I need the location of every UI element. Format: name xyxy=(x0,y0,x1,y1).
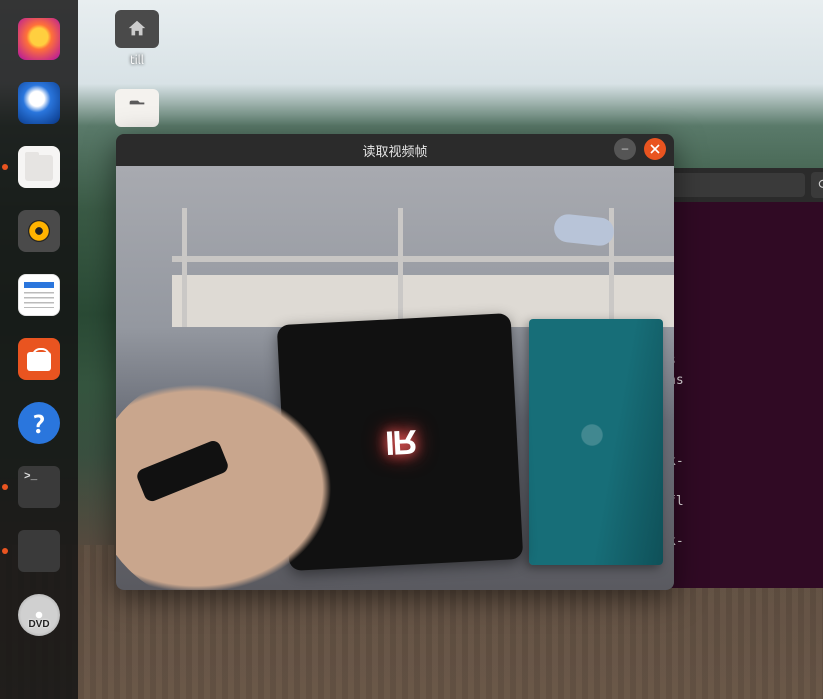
thunderbird-icon xyxy=(18,82,60,124)
terminal-search-button[interactable] xyxy=(811,172,823,198)
folder-icon xyxy=(115,89,159,127)
dock-terminal[interactable] xyxy=(14,462,64,512)
dock-thunderbird[interactable] xyxy=(14,78,64,128)
music-icon xyxy=(18,210,60,252)
software-store-icon xyxy=(18,338,60,380)
running-indicator xyxy=(2,164,8,170)
dock-rhythmbox[interactable] xyxy=(14,206,64,256)
bunk-bed-illustration xyxy=(172,208,674,327)
window-titlebar[interactable]: 读取视频帧 – xyxy=(116,134,674,166)
teal-book-illustration xyxy=(529,319,663,565)
running-indicator xyxy=(2,484,8,490)
writer-icon xyxy=(18,274,60,316)
desktop-icons: till xyxy=(100,10,174,149)
close-button[interactable] xyxy=(644,138,666,160)
dock-help[interactable]: ? xyxy=(14,398,64,448)
video-frame-content: IR xyxy=(116,166,674,590)
dvd-icon: DVD xyxy=(18,594,60,636)
help-icon: ? xyxy=(18,402,60,444)
window-title: 读取视频帧 xyxy=(362,141,427,160)
terminal-icon xyxy=(18,466,60,508)
minimize-button[interactable]: – xyxy=(614,138,636,160)
dock-libreoffice-writer[interactable] xyxy=(14,270,64,320)
video-frame-window[interactable]: 读取视频帧 – IR xyxy=(116,134,674,590)
dock-ubuntu-software[interactable] xyxy=(14,334,64,384)
dock-files[interactable] xyxy=(14,142,64,192)
firefox-icon xyxy=(18,18,60,60)
dock: ? DVD xyxy=(0,0,78,699)
home-folder-icon xyxy=(115,10,159,48)
blank-app-icon xyxy=(18,530,60,572)
desktop-folder-till[interactable]: till xyxy=(100,10,174,67)
window-controls: – xyxy=(614,138,666,160)
running-indicator xyxy=(2,548,8,554)
search-icon xyxy=(817,178,823,192)
dvd-label: DVD xyxy=(28,619,49,630)
dock-dvd[interactable]: DVD xyxy=(14,590,64,640)
desktop-icon-label: till xyxy=(100,54,174,67)
close-icon xyxy=(650,144,660,154)
dock-firefox[interactable] xyxy=(14,14,64,64)
files-icon xyxy=(18,146,60,188)
dock-unknown-app[interactable] xyxy=(14,526,64,576)
tablet-logo-text: IR xyxy=(385,424,417,460)
desktop-folder-2[interactable] xyxy=(100,89,174,127)
